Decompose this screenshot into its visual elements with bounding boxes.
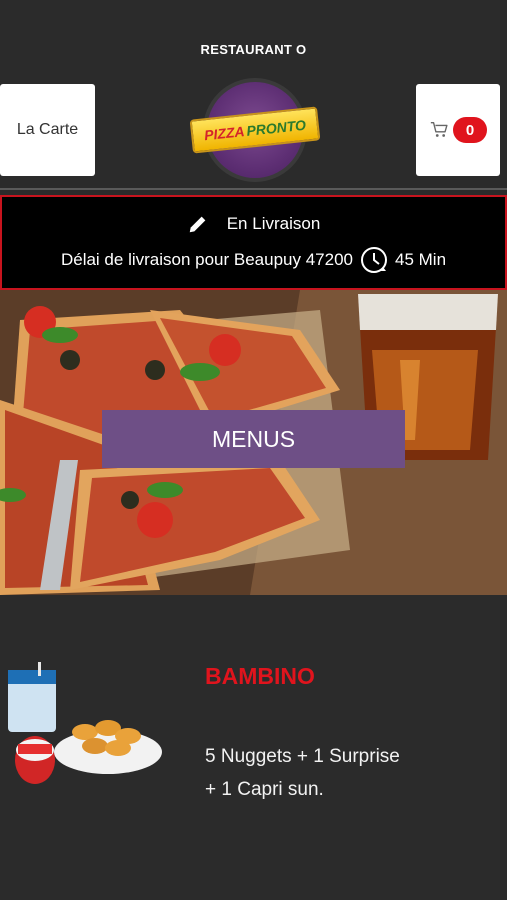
clock-icon [361, 247, 387, 273]
restaurant-title: RESTAURANT O [200, 42, 307, 57]
product-name[interactable]: BAMBINO [205, 663, 315, 690]
delivery-time: 45 Min [395, 250, 447, 269]
logo-word-pizza: PIZZA [203, 123, 246, 144]
delivery-delay-row: Délai de livraison pour Beaupuy 47200 45… [2, 245, 505, 275]
menus-button[interactable]: MENUS [102, 410, 405, 468]
cart-button[interactable]: 0 [416, 84, 500, 176]
header-divider [0, 188, 507, 190]
delivery-mode: En Livraison [226, 214, 321, 233]
cart-icon [430, 121, 448, 137]
cart-count-badge: 0 [453, 117, 487, 143]
bambino-product-image [8, 662, 162, 784]
la-carte-label: La Carte [16, 121, 79, 138]
la-carte-button[interactable]: La Carte [0, 84, 95, 176]
pencil-icon [189, 216, 206, 233]
product-description: 5 Nuggets + 1 Surprise + 1 Capri sun. [205, 746, 400, 800]
logo-word-pronto: PRONTO [245, 116, 307, 139]
delivery-info-box[interactable]: En Livraison Délai de livraison pour Bea… [0, 195, 507, 290]
delivery-mode-row: En Livraison [2, 213, 505, 235]
delivery-delay-text: Délai de livraison pour Beaupuy 47200 [60, 250, 353, 269]
